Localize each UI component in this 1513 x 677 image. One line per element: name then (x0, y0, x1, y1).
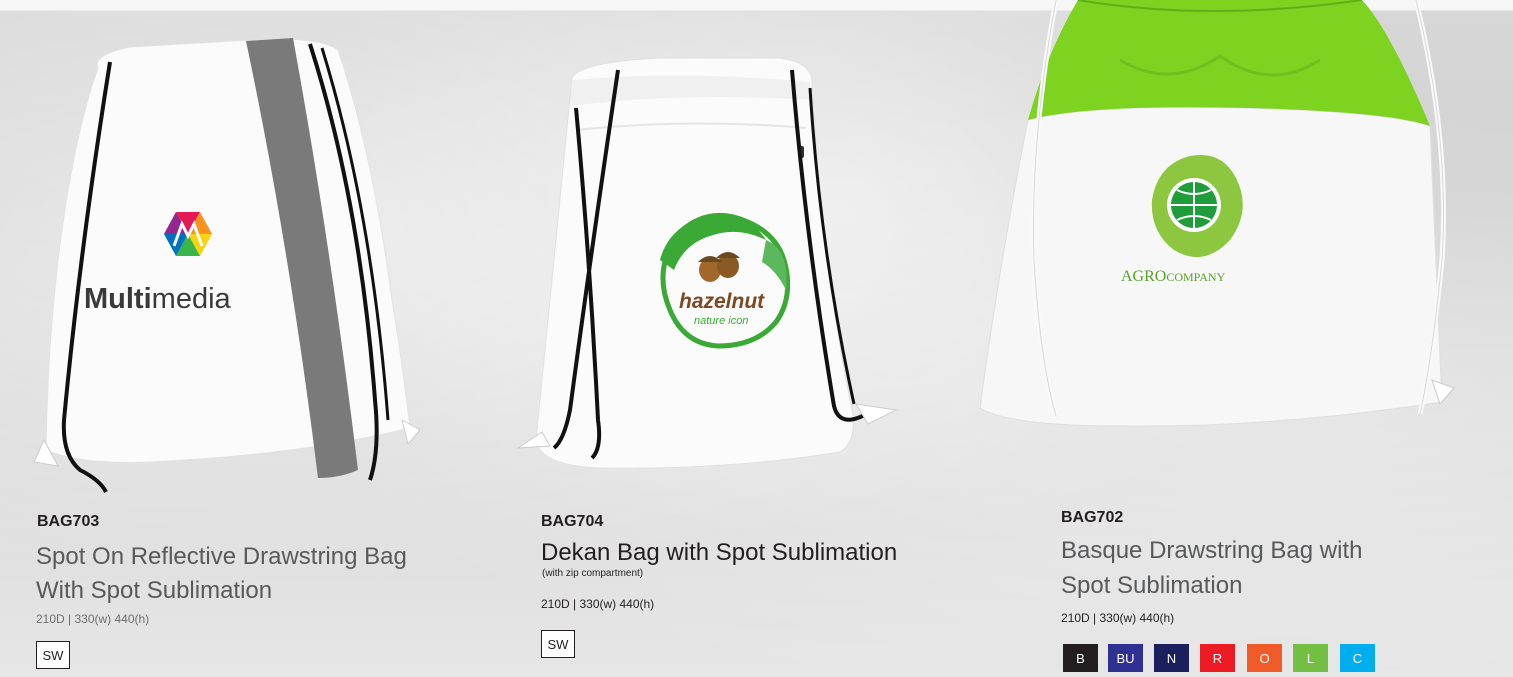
svg-text:AGROCOMPANY: AGROCOMPANY (1121, 268, 1226, 285)
product-name-line-2: Spot Sublimation (1061, 572, 1243, 599)
logo-text-hazelnut: hazelnut (679, 290, 765, 313)
product-spec: 210D | 330(w) 440(h) (1061, 611, 1175, 625)
color-chip-bu[interactable]: BU (1108, 644, 1143, 672)
logo-text-light: COMPANY (1166, 270, 1225, 284)
color-chip-b[interactable]: B (1063, 644, 1098, 672)
color-chip-n[interactable]: N (1154, 644, 1189, 672)
product-name-line-1: Spot On Reflective Drawstring Bag (36, 543, 407, 570)
product-bag704[interactable]: hazelnut nature icon BAG704 Dekan Bag wi… (480, 0, 970, 677)
logo-text-bold: AGRO (1121, 268, 1166, 285)
color-chip-sw[interactable]: SW (36, 641, 70, 669)
bag704-image: hazelnut nature icon (516, 57, 898, 469)
product-name-line-1: Basque Drawstring Bag with (1061, 537, 1363, 564)
product-name-line-1: Dekan Bag with Spot Sublimation (541, 539, 898, 566)
product-spec: 210D | 330(w) 440(h) (541, 597, 655, 611)
product-code: BAG702 (1061, 509, 1124, 526)
catalog-page: Multimedia BAG703 Spot On Reflective Dra… (0, 0, 1513, 677)
product-subtitle: (with zip compartment) (542, 568, 644, 579)
color-chip-r[interactable]: R (1200, 644, 1235, 672)
logo-text-bold: Multi (84, 283, 152, 315)
product-name-line-2: With Spot Sublimation (36, 577, 273, 604)
product-bag702[interactable]: AGROCOMPANY BAG702 Basque Drawstring Bag… (970, 0, 1513, 677)
svg-text:Multimedia: Multimedia (84, 283, 232, 315)
product-code: BAG704 (541, 513, 604, 530)
bag703-image: Multimedia (33, 38, 421, 493)
color-chip-o[interactable]: O (1247, 644, 1282, 672)
logo-text-light: media (152, 283, 232, 315)
color-chip-sw[interactable]: SW (541, 630, 575, 658)
bag702-image: AGROCOMPANY (979, 0, 1455, 427)
logo-text-tagline: nature icon (694, 315, 748, 327)
color-chip-l[interactable]: L (1293, 644, 1328, 672)
product-bag703[interactable]: Multimedia BAG703 Spot On Reflective Dra… (0, 0, 480, 677)
product-code: BAG703 (37, 513, 100, 530)
product-spec: 210D | 330(w) 440(h) (36, 612, 150, 626)
color-chip-c[interactable]: C (1340, 644, 1375, 672)
